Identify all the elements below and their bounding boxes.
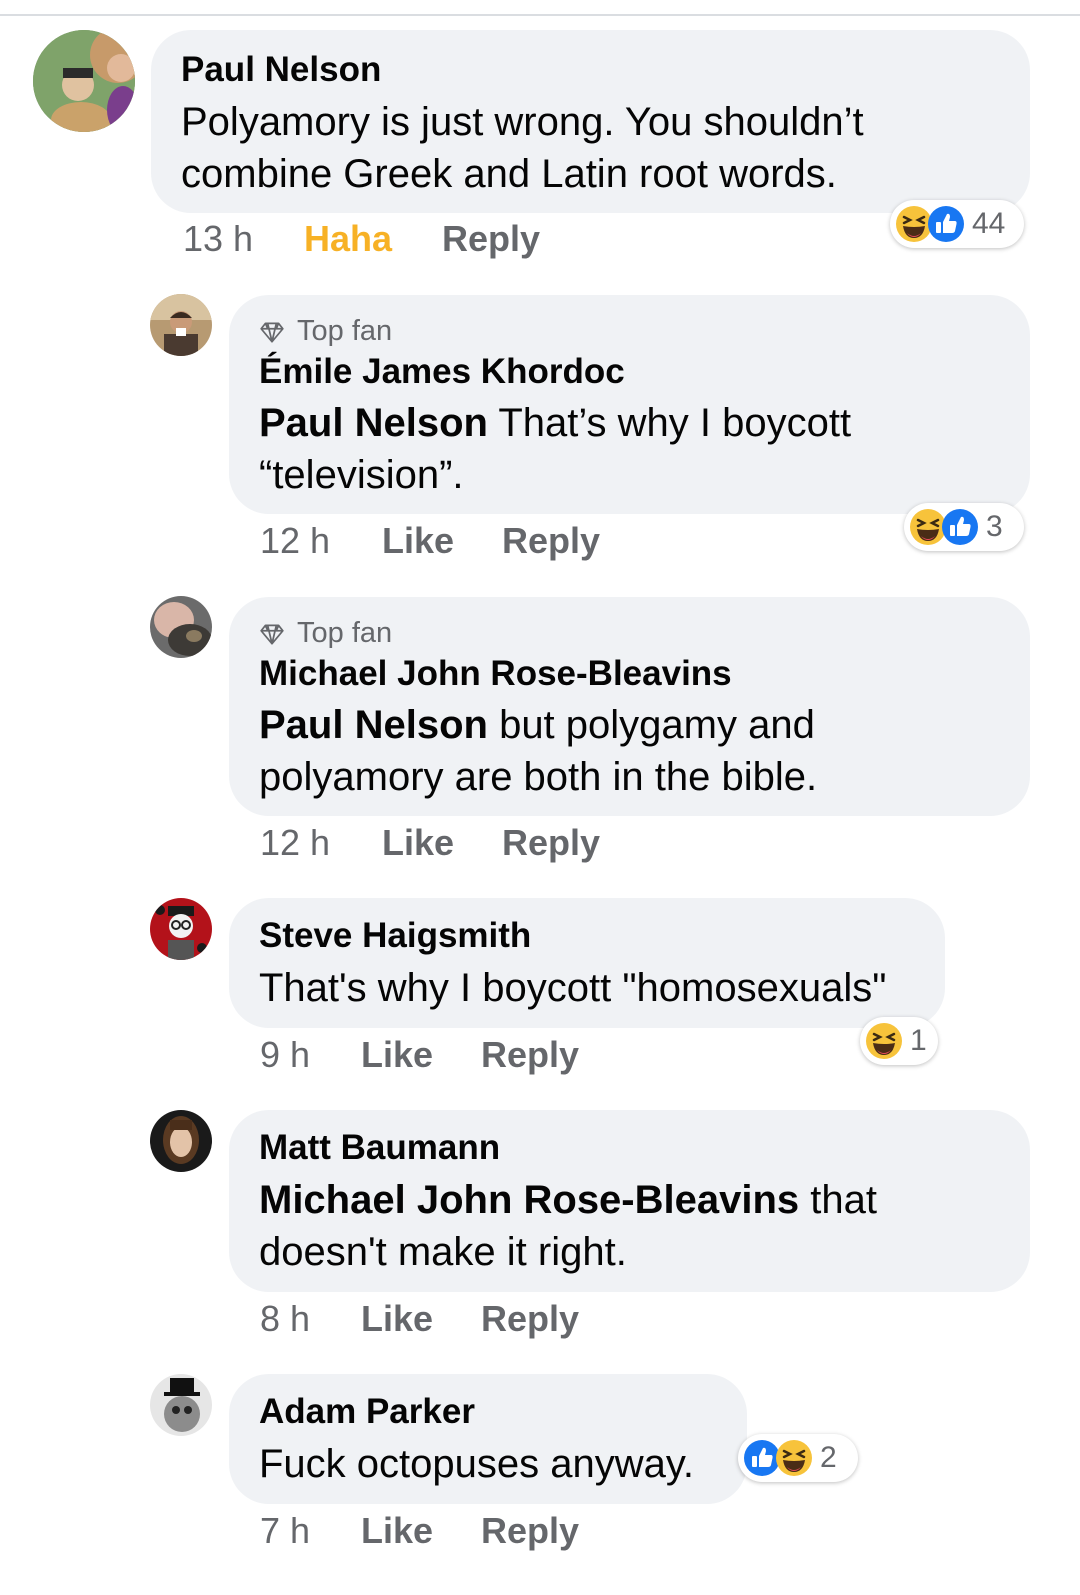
avatar-photo-icon [150, 294, 212, 356]
mention-link[interactable]: Michael John Rose-Bleavins [259, 1178, 799, 1222]
comment-author[interactable]: Émile James Khordoc [259, 352, 625, 392]
comment-author[interactable]: Adam Parker [259, 1392, 475, 1432]
comment-text-content: That’s why I boycott [487, 401, 852, 445]
comment-bubble: Steve Haigsmith That's why I boycott "ho… [229, 898, 945, 1028]
comment-timestamp[interactable]: 8 h [260, 1298, 310, 1340]
reaction-count: 2 [820, 1441, 837, 1474]
like-button[interactable]: Like [361, 1034, 433, 1076]
comment-text-line-1: That's why I boycott "homosexuals" [259, 966, 887, 1010]
comment-text-content: that [799, 1178, 877, 1222]
avatar-photo-icon [150, 1374, 212, 1436]
comment-text-line-1: Polyamory is just wrong. You shouldn’t [181, 100, 864, 144]
comment-bubble: Matt Baumann Michael John Rose-Bleavins … [229, 1110, 1030, 1292]
like-button[interactable]: Like [382, 520, 454, 562]
avatar[interactable] [150, 898, 212, 960]
mention-link[interactable]: Paul Nelson [259, 703, 488, 747]
comment-text-content: but polygamy and [487, 703, 815, 747]
like-icon [926, 204, 966, 244]
reply-button[interactable]: Reply [481, 1298, 579, 1340]
reply-button[interactable]: Reply [442, 218, 540, 260]
comment-text-line-2: combine Greek and Latin root words. [181, 152, 837, 196]
avatar[interactable] [150, 1374, 212, 1436]
comment-author[interactable]: Matt Baumann [259, 1128, 500, 1168]
comment-timestamp[interactable]: 7 h [260, 1510, 310, 1552]
reaction-summary[interactable]: 3 [904, 503, 1024, 551]
comment-text: Paul Nelson but polygamy and polyamory a… [259, 699, 817, 803]
comment-bubble: Adam Parker Fuck octopuses anyway. [229, 1374, 747, 1504]
comment-bubble: Paul Nelson Polyamory is just wrong. You… [151, 30, 1030, 213]
top-fan-label: Top fan [297, 315, 393, 347]
comment-text: Polyamory is just wrong. You shouldn’t c… [181, 96, 864, 200]
comment-text: Paul Nelson That’s why I boycott “televi… [259, 397, 851, 501]
comment-text: That's why I boycott "homosexuals" [259, 962, 886, 1014]
top-fan-badge: Top fan [259, 315, 392, 348]
diamond-icon [259, 621, 285, 647]
comment-text-line-1: Michael John Rose-Bleavins that [259, 1174, 877, 1226]
comment-timestamp[interactable]: 12 h [260, 822, 330, 864]
reaction-summary[interactable]: 2 [738, 1434, 858, 1482]
comment-text-line-2: “television”. [259, 453, 464, 497]
avatar[interactable] [150, 294, 212, 356]
comment-text-line-2: polyamory are both in the bible. [259, 755, 818, 799]
like-button[interactable]: Like [361, 1510, 433, 1552]
comment-bubble: Top fan Michael John Rose-Bleavins Paul … [229, 597, 1030, 816]
comment-author[interactable]: Michael John Rose-Bleavins [259, 654, 732, 694]
top-fan-label: Top fan [297, 617, 393, 649]
comment-text-line-2: doesn't make it right. [259, 1230, 627, 1274]
reaction-summary[interactable]: 1 [860, 1017, 938, 1065]
diamond-icon [259, 319, 285, 345]
like-icon [940, 507, 980, 547]
avatar-photo-icon [150, 596, 212, 658]
reply-button[interactable]: Reply [481, 1034, 579, 1076]
avatar-photo-icon [33, 30, 135, 132]
avatar[interactable] [150, 596, 212, 658]
top-fan-badge: Top fan [259, 617, 392, 650]
comment-author[interactable]: Steve Haigsmith [259, 916, 531, 956]
avatar[interactable] [150, 1110, 212, 1172]
avatar-photo-icon [150, 1110, 212, 1172]
mention-link[interactable]: Paul Nelson [259, 401, 488, 445]
comment-timestamp[interactable]: 12 h [260, 520, 330, 562]
reply-button[interactable]: Reply [481, 1510, 579, 1552]
comment-text-line-1: Fuck octopuses anyway. [259, 1442, 695, 1486]
comment-text-line-1: Paul Nelson but polygamy and [259, 699, 817, 751]
reaction-count: 1 [910, 1024, 927, 1057]
reply-button[interactable]: Reply [502, 822, 600, 864]
reaction-count: 44 [972, 207, 1006, 240]
avatar[interactable] [33, 30, 135, 132]
like-button[interactable]: Like [361, 1298, 433, 1340]
reaction-count: 3 [986, 510, 1003, 543]
comment-text-line-1: Paul Nelson That’s why I boycott [259, 397, 851, 449]
avatar-photo-icon [150, 898, 212, 960]
reply-button[interactable]: Reply [502, 520, 600, 562]
comment-author[interactable]: Paul Nelson [181, 50, 381, 90]
comment-timestamp[interactable]: 13 h [183, 218, 253, 260]
top-divider [0, 14, 1080, 16]
comment-bubble: Top fan Émile James Khordoc Paul Nelson … [229, 295, 1030, 514]
comment-timestamp[interactable]: 9 h [260, 1034, 310, 1076]
reaction-summary[interactable]: 44 [890, 200, 1024, 248]
comment-text: Fuck octopuses anyway. [259, 1438, 694, 1490]
haha-icon [774, 1438, 814, 1478]
like-button[interactable]: Like [382, 822, 454, 864]
haha-reaction-button[interactable]: Haha [304, 218, 392, 260]
comment-text: Michael John Rose-Bleavins that doesn't … [259, 1174, 877, 1278]
haha-icon [864, 1021, 904, 1061]
